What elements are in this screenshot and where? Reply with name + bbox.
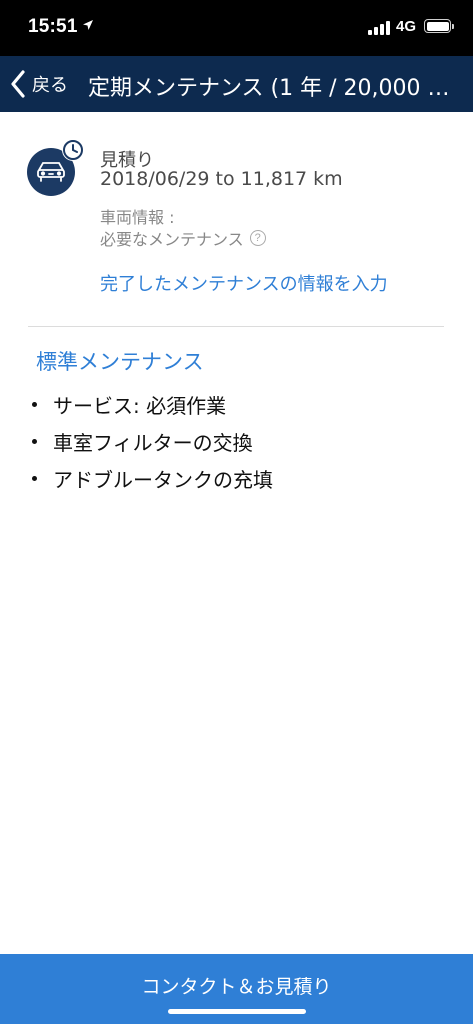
list-item: 車室フィルターの交換 bbox=[32, 423, 273, 460]
list-item: サービス: 必須作業 bbox=[32, 386, 273, 423]
page-title: 定期メンテナンス (1 年 / 20,000 km) bbox=[88, 76, 458, 101]
divider bbox=[28, 326, 444, 327]
network-type: 4G bbox=[396, 18, 417, 35]
signal-strength-icon bbox=[368, 21, 390, 35]
location-arrow-icon bbox=[83, 20, 93, 30]
maintenance-car-clock-icon bbox=[27, 139, 84, 196]
standard-maintenance-title: 標準メンテナンス bbox=[36, 350, 204, 374]
list-item-label: 車室フィルターの交換 bbox=[53, 431, 253, 455]
battery-icon bbox=[424, 19, 454, 33]
back-button[interactable]: 戻る bbox=[10, 68, 68, 100]
back-label: 戻る bbox=[32, 75, 68, 96]
required-maintenance-row: 必要なメンテナンス ? bbox=[100, 226, 266, 250]
status-time: 15:51 bbox=[28, 16, 78, 37]
list-item-label: アドブルータンクの充填 bbox=[53, 468, 273, 492]
estimate-date-mileage: 2018/06/29 to 11,817 km bbox=[100, 168, 343, 190]
list-item: アドブルータンクの充填 bbox=[32, 460, 273, 497]
required-maintenance-label: 必要なメンテナンス bbox=[100, 230, 244, 249]
help-icon[interactable]: ? bbox=[249, 230, 266, 246]
navigation-bar: 戻る 定期メンテナンス (1 年 / 20,000 km) bbox=[0, 56, 473, 112]
bullet-icon bbox=[32, 439, 37, 444]
enter-completed-maintenance-link[interactable]: 完了したメンテナンスの情報を入力 bbox=[100, 270, 388, 296]
bullet-icon bbox=[32, 476, 37, 481]
home-indicator[interactable] bbox=[168, 1009, 306, 1014]
bullet-icon bbox=[32, 402, 37, 407]
vehicle-info-label: 車両情報 : bbox=[100, 208, 175, 227]
status-bar: 15:51 4G bbox=[0, 0, 473, 56]
chevron-left-icon bbox=[11, 70, 25, 98]
standard-maintenance-list: サービス: 必須作業 車室フィルターの交換 アドブルータンクの充填 bbox=[32, 386, 273, 497]
list-item-label: サービス: 必須作業 bbox=[53, 394, 227, 418]
